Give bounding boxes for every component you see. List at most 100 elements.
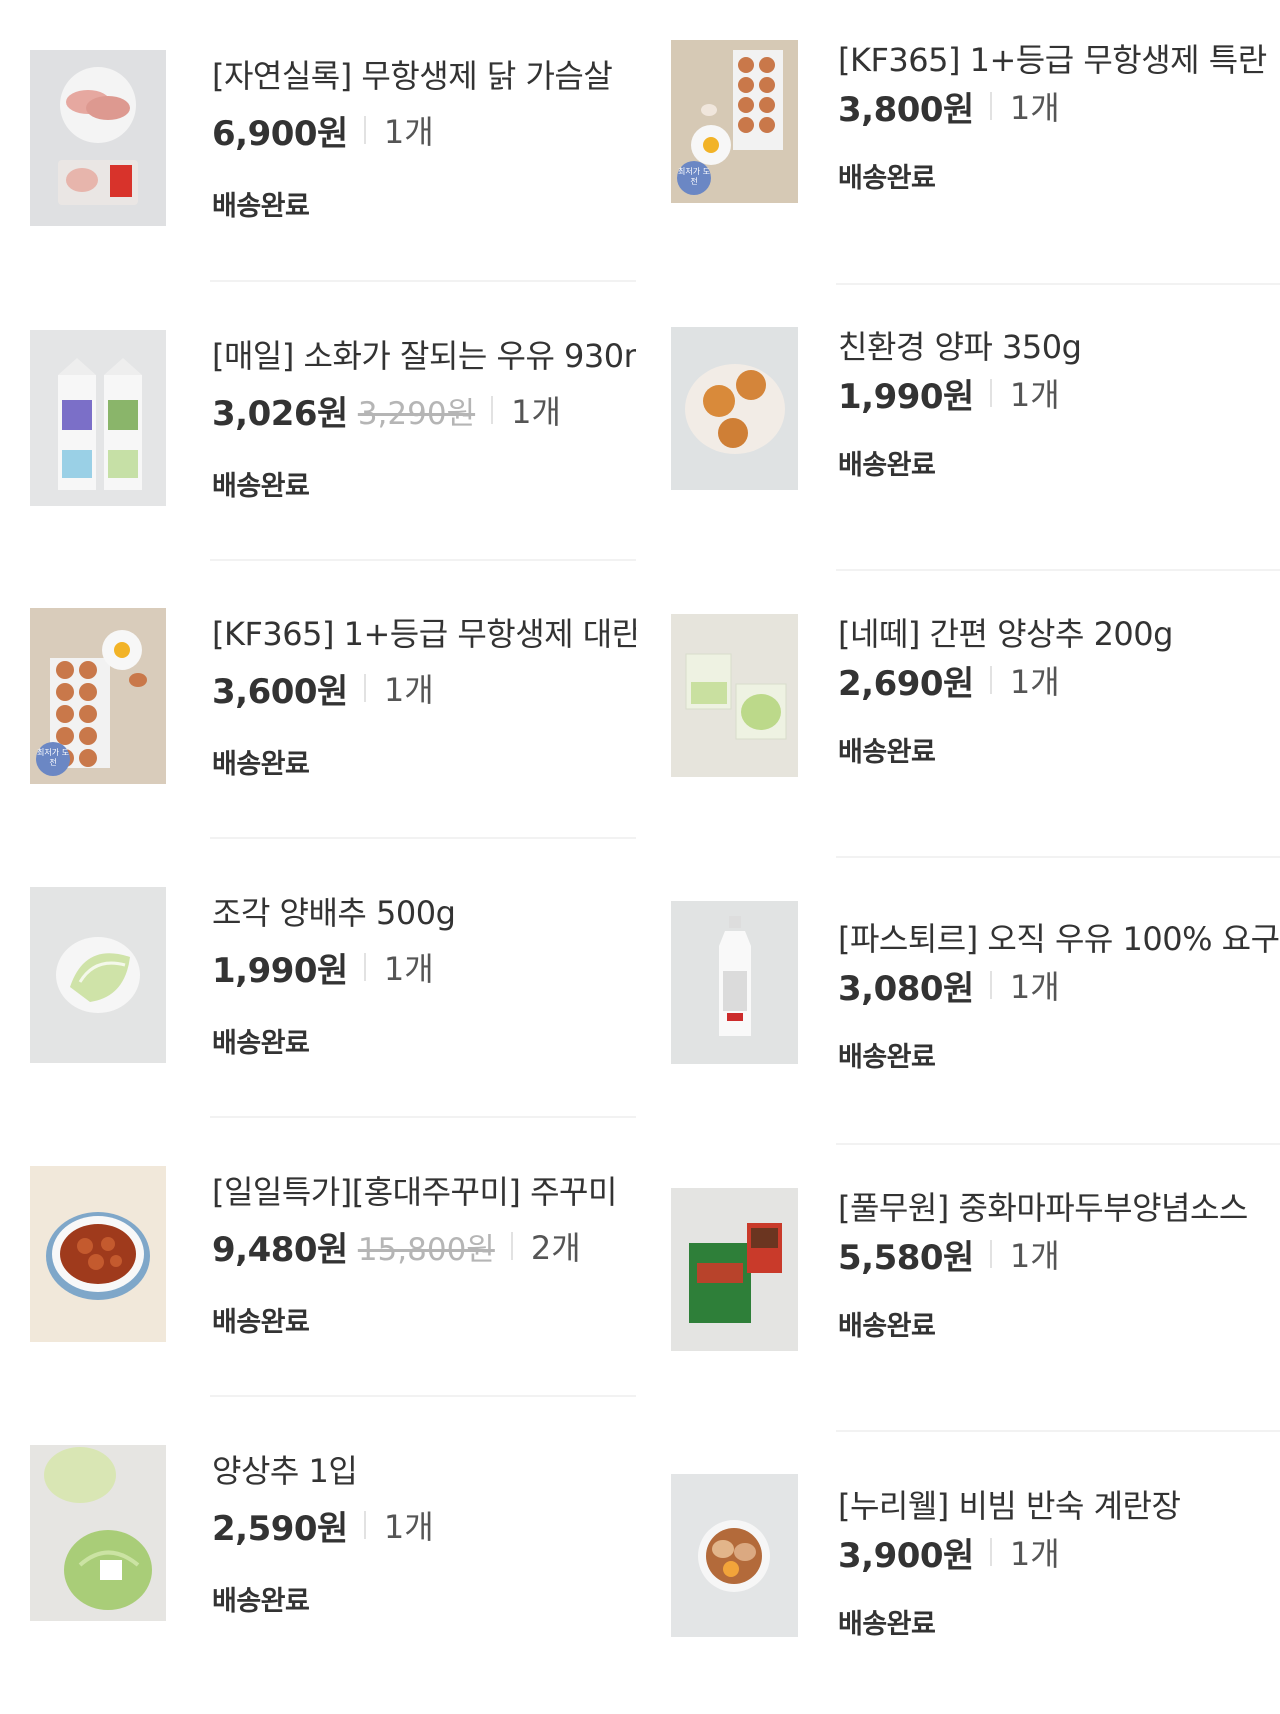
sale-price: 3,026원 [212, 393, 348, 434]
row-divider [210, 837, 636, 839]
product-name[interactable]: [일일특가][홍대주꾸미] 주꾸미 [212, 1172, 636, 1212]
price-row: 1,990원 1개 [838, 373, 1280, 417]
egg-bowl-icon[interactable] [671, 1474, 798, 1637]
divider-bar [989, 92, 992, 120]
item-info: [자연실록] 무항생제 닭 가슴살 6,900원 1개 배송완료 [212, 50, 636, 223]
product-name[interactable]: [네떼] 간편 양상추 200g [838, 614, 1280, 654]
product-name[interactable]: [파스퇴르] 오직 우유 100% 요구르트 [838, 919, 1280, 959]
price-row: 3,800원 1개 [838, 86, 1280, 130]
sale-price: 9,480원 [212, 1229, 348, 1270]
lettuce-pack-icon[interactable] [671, 614, 798, 777]
product-name[interactable]: [풀무원] 중화마파두부양념소스 [838, 1188, 1280, 1228]
yogurt-bottle-icon[interactable] [671, 901, 798, 1064]
order-item[interactable]: [누리웰] 비빔 반숙 계란장 3,900원 1개 배송완료 [640, 1474, 1280, 1714]
order-item[interactable]: [일일특가][홍대주꾸미] 주꾸미 9,480원 15,800원 2개 배송완료 [0, 1166, 640, 1406]
product-name[interactable]: 친환경 양파 350g [838, 327, 1280, 367]
quantity: 1개 [1009, 89, 1060, 127]
divider-bar [363, 953, 366, 981]
milk-carton-icon[interactable] [30, 330, 166, 506]
delivery-status: 배송완료 [212, 1028, 310, 1059]
delivery-status: 배송완료 [838, 1311, 936, 1342]
price-row: 3,080원 1개 [838, 965, 1280, 1009]
price-row: 5,580원 1개 [838, 1234, 1280, 1278]
lowest-price-badge: 최저가 도전 [36, 742, 70, 776]
row-divider [210, 1116, 636, 1118]
order-item[interactable]: [자연실록] 무항생제 닭 가슴살 6,900원 1개 배송완료 [0, 50, 640, 290]
price-row: 3,900원 1개 [838, 1532, 1280, 1576]
sale-price: 2,690원 [838, 663, 974, 704]
row-divider [836, 856, 1280, 858]
sale-price: 3,900원 [838, 1535, 974, 1576]
product-name[interactable]: [자연실록] 무항생제 닭 가슴살 [212, 56, 636, 96]
quantity: 1개 [1009, 663, 1060, 701]
divider-bar [363, 116, 366, 144]
product-name[interactable]: 조각 양배추 500g [212, 893, 636, 933]
order-item[interactable]: [파스퇴르] 오직 우유 100% 요구르트 3,080원 1개 배송완료 [640, 901, 1280, 1141]
price-row: 6,900원 1개 [212, 110, 636, 154]
item-info: 양상추 1입 2,590원 1개 배송완료 [212, 1445, 636, 1618]
item-info: [네떼] 간편 양상추 200g 2,690원 1개 배송완료 [838, 614, 1280, 769]
divider-bar [491, 396, 494, 424]
delivery-status: 배송완료 [212, 749, 310, 780]
spicy-dish-icon[interactable] [30, 1166, 166, 1342]
quantity: 1개 [383, 671, 434, 709]
lowest-price-badge: 최저가 도전 [677, 161, 711, 195]
quantity: 1개 [511, 393, 561, 431]
egg-tray-icon[interactable]: 최저가 도전 [30, 608, 166, 784]
item-info: 조각 양배추 500g 1,990원 1개 배송완료 [212, 887, 636, 1060]
product-name[interactable]: [매일] 소화가 잘되는 우유 930ml [212, 336, 636, 376]
delivery-status: 배송완료 [838, 450, 936, 481]
delivery-status: 배송완료 [838, 1609, 936, 1640]
divider-bar [510, 1232, 513, 1260]
delivery-status: 배송완료 [212, 1586, 310, 1617]
row-divider [836, 569, 1280, 571]
row-divider [210, 1395, 636, 1397]
original-price: 3,290원 [357, 395, 476, 432]
order-item[interactable]: 최저가 도전 [KF365] 1+등급 무항생제 특란 3,800원 1개 배송… [640, 40, 1280, 280]
quantity: 1개 [383, 113, 434, 151]
delivery-status: 배송완료 [838, 163, 936, 194]
divider-bar [989, 1240, 992, 1268]
order-item[interactable]: 양상추 1입 2,590원 1개 배송완료 [0, 1445, 640, 1685]
price-row: 9,480원 15,800원 2개 [212, 1226, 636, 1270]
product-name[interactable]: [KF365] 1+등급 무항생제 대란 [212, 614, 636, 654]
item-info: [누리웰] 비빔 반숙 계란장 3,900원 1개 배송완료 [838, 1486, 1280, 1641]
order-item[interactable]: 조각 양배추 500g 1,990원 1개 배송완료 [0, 887, 640, 1127]
quantity: 1개 [1009, 1237, 1060, 1275]
order-item[interactable]: [풀무원] 중화마파두부양념소스 5,580원 1개 배송완료 [640, 1188, 1280, 1428]
lettuce-icon[interactable] [30, 1445, 166, 1621]
cabbage-icon[interactable] [30, 887, 166, 1063]
order-item[interactable]: 친환경 양파 350g 1,990원 1개 배송완료 [640, 327, 1280, 567]
order-item[interactable]: [네떼] 간편 양상추 200g 2,690원 1개 배송완료 [640, 614, 1280, 854]
row-divider [210, 559, 636, 561]
delivery-status: 배송완료 [838, 737, 936, 768]
quantity: 1개 [1009, 968, 1060, 1006]
price-row: 3,600원 1개 [212, 668, 636, 712]
delivery-status: 배송완료 [212, 1307, 310, 1338]
row-divider [210, 280, 636, 282]
item-info: [파스퇴르] 오직 우유 100% 요구르트 3,080원 1개 배송완료 [838, 919, 1280, 1074]
price-row: 1,990원 1개 [212, 947, 636, 991]
chicken-breast-icon[interactable] [30, 50, 166, 226]
product-name[interactable]: [누리웰] 비빔 반숙 계란장 [838, 1486, 1280, 1526]
item-info: [KF365] 1+등급 무항생제 특란 3,800원 1개 배송완료 [838, 40, 1280, 195]
quantity: 1개 [1009, 376, 1060, 414]
item-info: [매일] 소화가 잘되는 우유 930ml 3,026원 3,290원 1개 배… [212, 330, 636, 503]
product-name[interactable]: 양상추 1입 [212, 1451, 636, 1491]
order-item[interactable]: [매일] 소화가 잘되는 우유 930ml 3,026원 3,290원 1개 배… [0, 330, 640, 570]
sauce-pack-icon[interactable] [671, 1188, 798, 1351]
product-name[interactable]: [KF365] 1+등급 무항생제 특란 [838, 40, 1280, 80]
divider-bar [989, 379, 992, 407]
sale-price: 1,990원 [212, 950, 348, 991]
item-info: [풀무원] 중화마파두부양념소스 5,580원 1개 배송완료 [838, 1188, 1280, 1343]
order-item[interactable]: 최저가 도전 [KF365] 1+등급 무항생제 대란 3,600원 1개 배송… [0, 608, 640, 848]
egg-tray-icon[interactable]: 최저가 도전 [671, 40, 798, 203]
delivery-status: 배송완료 [212, 191, 310, 222]
divider-bar [989, 666, 992, 694]
price-row: 3,026원 3,290원 1개 [212, 390, 636, 434]
quantity: 1개 [1009, 1535, 1060, 1573]
onion-icon[interactable] [671, 327, 798, 490]
price-row: 2,590원 1개 [212, 1505, 636, 1549]
row-divider [836, 283, 1280, 285]
sale-price: 2,590원 [212, 1508, 348, 1549]
